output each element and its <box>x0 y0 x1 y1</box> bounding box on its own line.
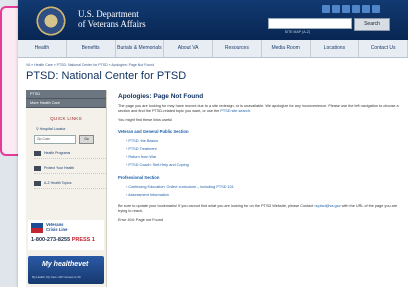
ptsd-site-search-link[interactable]: PTSD site search <box>220 109 250 113</box>
link-ptsd-basics[interactable]: PTSD: the Basics <box>126 137 400 145</box>
bookmark-paragraph: Be sure to update your bookmarks! If you… <box>118 204 400 214</box>
protect-health-icon <box>34 165 41 171</box>
veterans-crisis-line-banner[interactable]: Veterans Crisis Line 1-800-273-8255 PRES… <box>28 220 104 250</box>
sidebar-tab-more-health-care[interactable]: More Health Care <box>26 99 106 108</box>
intro-paragraph: The page you are looking for may have mo… <box>118 104 400 114</box>
crisis-line-title: Veterans Crisis Line <box>46 222 67 232</box>
social-icon[interactable] <box>362 5 370 13</box>
health-programs-icon <box>34 150 41 156</box>
nav-item-locations[interactable]: Locations <box>311 40 360 57</box>
search-button[interactable]: Search <box>354 18 390 31</box>
agency-name[interactable]: U.S. Department of Veterans Affairs <box>78 9 146 29</box>
link-return-from-war[interactable]: Return from War <box>126 153 400 161</box>
sidebar-tab-ptsd[interactable]: PTSD <box>26 90 106 99</box>
pink-highlight-tab <box>0 6 18 156</box>
intro-text: The page you are looking for may have mo… <box>118 104 399 113</box>
contact-email-link[interactable]: ncptsd@va.gov <box>314 204 340 208</box>
agency-line-2: of Veterans Affairs <box>78 19 146 29</box>
zip-code-input[interactable]: Zip Code <box>34 135 76 144</box>
zip-search: Zip Code Go <box>34 135 106 144</box>
crisis-line-title-2: Crisis Line <box>46 227 68 232</box>
social-icon[interactable] <box>352 5 360 13</box>
veteran-links-list: PTSD: the Basics PTSD Treatment Return f… <box>126 137 400 169</box>
va-seal-logo[interactable] <box>36 6 66 36</box>
nav-item-contact[interactable]: Contact Us <box>359 40 408 57</box>
search-input[interactable] <box>268 18 352 29</box>
main-content: Apologies: Page Not Found The page you a… <box>118 93 400 227</box>
professional-links-list: Continuing Education: Online curriculum … <box>126 183 400 199</box>
nav-item-health[interactable]: Health <box>18 40 67 57</box>
hospital-locator-label: ⚲ Hospital Locator <box>36 127 106 131</box>
link-ptsd-coach[interactable]: PTSD Coach: Self-Help and Coping <box>126 161 400 169</box>
page-title: PTSD: National Center for PTSD <box>26 70 187 82</box>
site-map-link[interactable]: SITE MAP (A-Z) <box>285 30 310 34</box>
protect-your-health-link[interactable]: Protect Your Health <box>34 164 106 174</box>
social-icon[interactable] <box>342 5 350 13</box>
protect-your-health-label: Protect Your Health <box>44 166 75 170</box>
link-continuing-education[interactable]: Continuing Education: Online curriculum … <box>126 183 400 191</box>
bookmark-text: Be sure to update your bookmarks! If you… <box>118 204 315 208</box>
crisis-phone-number: 1-800-273-8255 <box>31 237 71 243</box>
left-sidebar: PTSD More Health Care QUICK LINKS ⚲ Hosp… <box>26 90 107 287</box>
social-icons <box>322 5 380 13</box>
browser-page: U.S. Department of Veterans Affairs Sear… <box>18 0 408 287</box>
main-nav: Health Benefits Burials & Memorials Abou… <box>18 40 408 58</box>
nav-item-media[interactable]: Media Room <box>262 40 311 57</box>
error-code: Error 404: Page not Found <box>118 218 163 222</box>
myhealthevet-banner[interactable]: My healthevet My Health, My Care: 24/7 A… <box>28 256 104 284</box>
intro-text-end: . <box>249 109 251 113</box>
nav-item-about[interactable]: About VA <box>164 40 213 57</box>
az-topics-icon <box>34 180 41 186</box>
error-heading: Apologies: Page Not Found <box>118 93 204 100</box>
link-ptsd-treatment[interactable]: PTSD Treatment <box>126 145 400 153</box>
agency-line-1: U.S. Department <box>78 9 139 19</box>
nav-item-burials[interactable]: Burials & Memorials <box>116 40 165 57</box>
social-icon[interactable] <box>332 5 340 13</box>
zip-go-button[interactable]: Go <box>79 135 94 144</box>
quick-links-heading: QUICK LINKS <box>50 116 82 121</box>
crisis-phone: 1-800-273-8255 PRESS 1 <box>31 237 95 243</box>
az-health-topics-label: A-Z Health Topics <box>44 181 72 185</box>
myhealthevet-logo-text: My healthevet <box>42 261 89 268</box>
breadcrumb[interactable]: VA » Health Care » PTSD: National Center… <box>26 63 154 67</box>
useful-links-text: You might find these links useful <box>118 118 173 122</box>
crisis-press-1: PRESS 1 <box>71 237 95 243</box>
hospital-locator-text: Hospital Locator <box>39 127 66 131</box>
social-icon[interactable] <box>372 5 380 13</box>
veteran-section-title[interactable]: Veteran and General Public Section <box>118 129 400 134</box>
nav-item-resources[interactable]: Resources <box>213 40 262 57</box>
flag-icon <box>31 223 43 233</box>
professional-section-title[interactable]: Professional Section <box>118 175 400 180</box>
social-icon[interactable] <box>322 5 330 13</box>
myhealthevet-tagline: My Health, My Care: 24/7 Access to VA <box>32 275 81 279</box>
az-health-topics-link[interactable]: A-Z Health Topics <box>34 179 106 189</box>
health-programs-label: Health Programs <box>44 151 71 155</box>
nav-item-benefits[interactable]: Benefits <box>67 40 116 57</box>
health-programs-link[interactable]: Health Programs <box>34 149 106 159</box>
site-header: U.S. Department of Veterans Affairs Sear… <box>18 0 408 40</box>
link-assessment-information[interactable]: Assessment Information <box>126 191 400 199</box>
